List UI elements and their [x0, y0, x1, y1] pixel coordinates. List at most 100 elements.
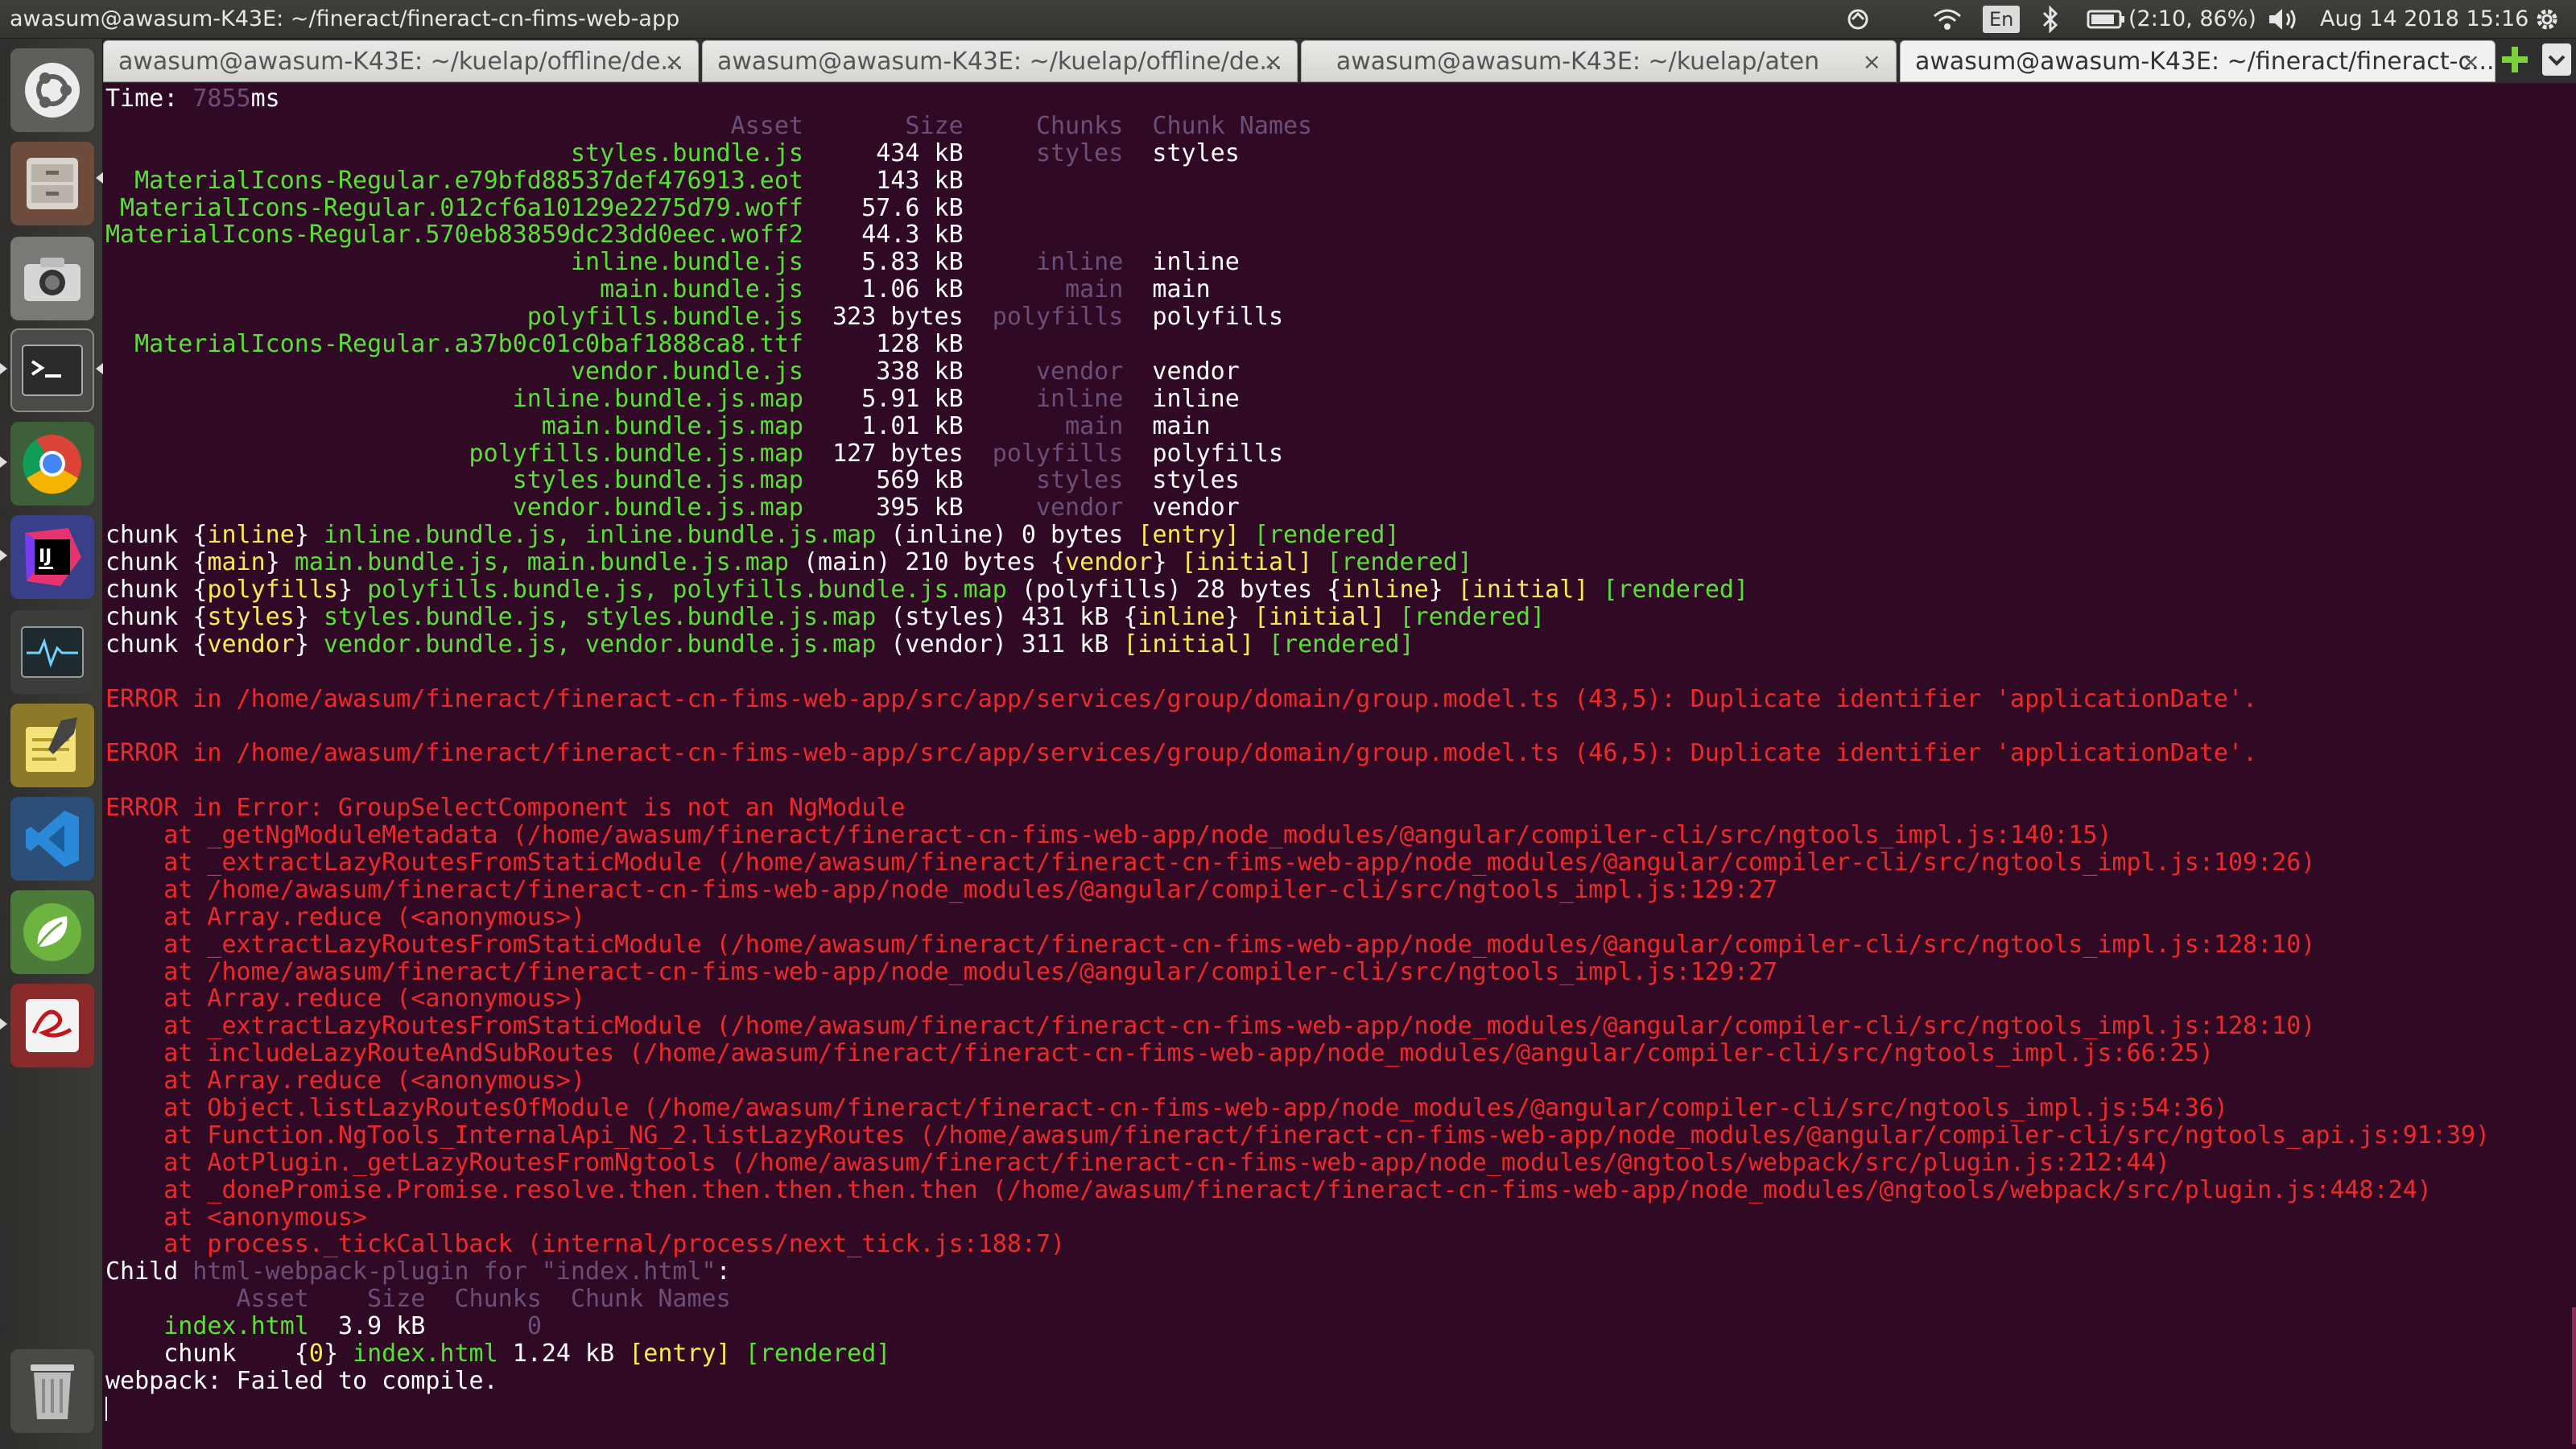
- terminal-text-span: index.html: [105, 1312, 309, 1341]
- close-icon[interactable]: ×: [1863, 41, 1881, 81]
- tab-label: awasum@awasum-K43E: ~/kuelap/aten: [1335, 47, 1820, 76]
- clock[interactable]: Aug 14 2018 15:16: [2320, 0, 2529, 39]
- terminal-text-span: inline: [1341, 576, 1429, 605]
- terminal-text-span: inline: [1137, 602, 1225, 631]
- terminal-line: Child html-webpack-plugin for "index.htm…: [105, 1258, 2490, 1286]
- launcher-terminal-button[interactable]: [10, 328, 94, 412]
- terminal-text-span: index.html: [353, 1339, 498, 1368]
- terminal-text-span: }: [294, 630, 324, 658]
- terminal-text-span: [rendered]: [1327, 548, 1472, 577]
- launcher-dash-button[interactable]: [10, 48, 94, 132]
- wifi-icon[interactable]: [1932, 0, 1963, 39]
- terminal-text-span: at _donePromise.Promise.resolve.then.the…: [105, 1175, 2432, 1204]
- scrollbar-thumb[interactable]: [2572, 1307, 2576, 1444]
- terminal-text-span: at _extractLazyRoutesFromStaticModule (/…: [105, 1012, 2316, 1041]
- terminal-line: at AotPlugin._getLazyRoutesFromNgtools (…: [105, 1148, 2490, 1177]
- terminal-tab-2[interactable]: awasum@awasum-K43E: ~/kuelap/offline/de.…: [702, 40, 1298, 82]
- launcher-trash-button[interactable]: [10, 1349, 94, 1433]
- terminal-tab-3[interactable]: awasum@awasum-K43E: ~/kuelap/aten ×: [1301, 40, 1897, 82]
- terminal-line: at _extractLazyRoutesFromStaticModule (/…: [105, 1013, 2490, 1040]
- terminal-text-span: main: [207, 548, 266, 577]
- launcher-intellij-button[interactable]: IJ: [10, 515, 94, 599]
- terminal-text-span: }: [294, 602, 324, 631]
- terminal-text-span: 143 kB: [803, 166, 964, 195]
- terminal-text-span: html-webpack-plugin for "index.html": [192, 1257, 716, 1286]
- terminal-text-span: [entry]: [1137, 521, 1240, 550]
- bluetooth-icon[interactable]: [2041, 0, 2059, 39]
- terminal-line: at Array.reduce (<anonymous>): [105, 903, 2490, 931]
- terminal-text-span: at Function.NgTools_InternalApi_NG_2.lis…: [105, 1121, 2491, 1150]
- terminal-text-span: 44.3 kB: [803, 221, 964, 250]
- settings-gear-icon[interactable]: [2533, 0, 2562, 39]
- keyboard-layout-label: En: [1983, 6, 2021, 33]
- launcher-text-editor-button[interactable]: [10, 704, 94, 787]
- terminal-text-span: inline: [1123, 248, 1240, 277]
- terminal-text-span: 338 kB: [803, 357, 1036, 386]
- terminal-text-span: vendor: [207, 630, 295, 658]
- terminal-text-span: }: [338, 576, 368, 605]
- volume-icon[interactable]: [2267, 0, 2299, 39]
- new-tab-plus-icon[interactable]: [2500, 45, 2529, 77]
- svg-text:IJ: IJ: [39, 547, 52, 567]
- terminal-tab-4-active[interactable]: awasum@awasum-K43E: ~/fineract/fineract-…: [1900, 40, 2496, 82]
- terminal-text-span: polyfills: [992, 439, 1124, 468]
- terminal-text-span: MaterialIcons-Regular.570eb83859dc23dd0e…: [105, 221, 803, 250]
- close-icon[interactable]: ×: [1264, 41, 1282, 81]
- close-icon[interactable]: ×: [2462, 41, 2480, 81]
- terminal-text-span: Asset Size Chunks Chunk Names: [105, 111, 1313, 140]
- terminal-text-span: [rendered]: [1399, 602, 1546, 631]
- terminal-line: at includeLazyRouteAndSubRoutes (/home/a…: [105, 1040, 2490, 1067]
- terminal-text-span: styles.bundle.js, styles.bundle.js.map: [323, 602, 877, 631]
- launcher-camera-button[interactable]: [10, 237, 94, 320]
- terminal-text-span: polyfills.bundle.js: [105, 303, 803, 332]
- terminal-text-span: [1254, 630, 1269, 658]
- terminal-text-span: MaterialIcons-Regular.a37b0c01c0baf1888c…: [105, 330, 803, 359]
- launcher-spring-tool-suite-button[interactable]: [10, 890, 94, 974]
- launcher-document-viewer-button[interactable]: [10, 984, 94, 1067]
- launcher-system-monitor-button[interactable]: [10, 610, 94, 694]
- terminal-text-span: :: [716, 1257, 731, 1286]
- terminal-line: vendor.bundle.js.map 395 kB vendor vendo…: [105, 494, 2490, 522]
- camera-icon: [24, 258, 80, 301]
- terminal-line: at Object.listLazyRoutesOfModule (/home/…: [105, 1095, 2490, 1122]
- launcher-vscode-button[interactable]: [10, 797, 94, 881]
- terminal-text-span: styles: [207, 602, 295, 631]
- terminal-line: index.html 3.9 kB 0: [105, 1313, 2490, 1340]
- terminal-text-span: vendor.bundle.js: [105, 357, 803, 386]
- terminal-text: Time: 7855ms Asset Size Chunks Chunk Nam…: [105, 85, 2490, 1422]
- terminal-text-span: at <anonymous>: [105, 1203, 368, 1232]
- terminal-text-span: polyfills: [207, 576, 338, 605]
- launcher-files-button[interactable]: [10, 142, 94, 225]
- tab-menu-dropdown[interactable]: [2542, 43, 2571, 76]
- terminal-text-span: at _extractLazyRoutesFromStaticModule (/…: [105, 930, 2316, 959]
- battery-indicator[interactable]: (2:10, 86%): [2087, 0, 2256, 39]
- terminal-text-span: vendor: [1035, 493, 1124, 522]
- terminal-line: chunk {vendor} vendor.bundle.js, vendor.…: [105, 630, 2490, 658]
- terminal-line: MaterialIcons-Regular.570eb83859dc23dd0e…: [105, 221, 2490, 249]
- launcher-chrome-button[interactable]: [10, 422, 94, 506]
- terminal-text-span: }: [1428, 576, 1458, 605]
- terminal-line: webpack: Failed to compile.: [105, 1366, 2490, 1395]
- battery-icon: [2087, 10, 2124, 29]
- text-editor-icon: [26, 717, 77, 772]
- terminal-output[interactable]: Time: 7855ms Asset Size Chunks Chunk Nam…: [103, 84, 2576, 1449]
- terminal-text-span: webpack: Failed to compile.: [105, 1366, 498, 1395]
- terminal-text-span: [1385, 603, 1399, 631]
- terminal-line: chunk {main} main.bundle.js, main.bundle…: [105, 549, 2490, 576]
- terminal-text-span: [rendered]: [1268, 630, 1414, 658]
- terminal-text-span: polyfills: [1123, 439, 1284, 468]
- network-sync-icon[interactable]: [1845, 0, 1871, 39]
- terminal-tab-1[interactable]: awasum@awasum-K43E: ~/kuelap/offline/de.…: [103, 40, 699, 82]
- top-panel: awasum@awasum-K43E: ~/fineract/fineract-…: [0, 0, 2576, 39]
- terminal-text-span: styles.bundle.js: [105, 138, 803, 167]
- close-icon[interactable]: ×: [665, 41, 683, 81]
- keyboard-layout-indicator[interactable]: En: [1983, 0, 2021, 39]
- terminal-text-span: at includeLazyRouteAndSubRoutes (/home/a…: [105, 1039, 2214, 1068]
- terminal-line: inline.bundle.js.map 5.91 kB inline inli…: [105, 385, 2490, 413]
- terminal-text-span: at AotPlugin._getLazyRoutesFromNgtools (…: [105, 1148, 2170, 1177]
- terminal-line: chunk {styles} styles.bundle.js, styles.…: [105, 602, 2490, 631]
- terminal-line: Asset Size Chunks Chunk Names: [105, 1286, 2490, 1313]
- terminal-line: vendor.bundle.js 338 kB vendor vendor: [105, 357, 2490, 386]
- text-cursor: [105, 1397, 107, 1422]
